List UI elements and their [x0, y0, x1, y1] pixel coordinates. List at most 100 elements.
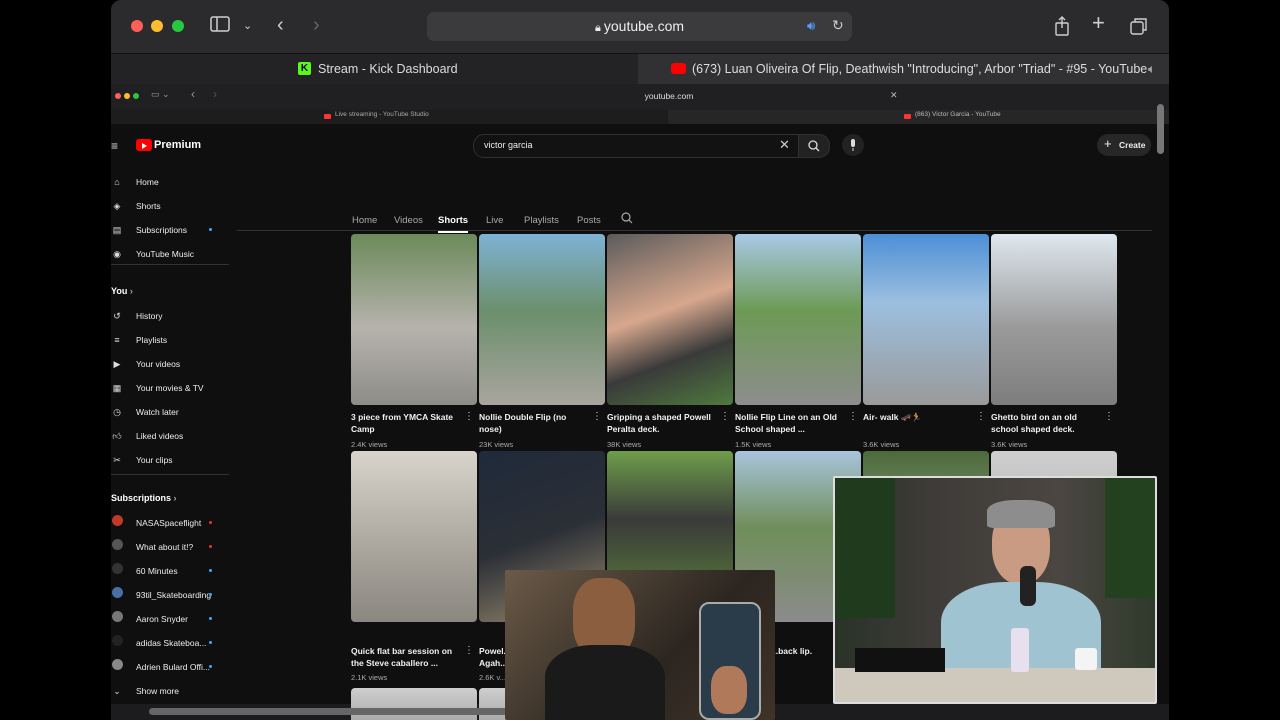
clear-search-icon[interactable]: ✕: [779, 137, 790, 153]
voice-search-button[interactable]: [842, 134, 864, 156]
nav-item-history[interactable]: ↺ History: [111, 306, 236, 326]
nav-item-youtube-music[interactable]: ◉ YouTube Music: [111, 244, 236, 264]
tab-live[interactable]: Live: [486, 215, 503, 226]
nav-item-nasaspaceflight[interactable]: NASASpaceflight: [111, 513, 236, 533]
more-options-icon[interactable]: ⋮: [720, 411, 730, 422]
liked-icon: 👍︎: [112, 431, 122, 441]
share-icon[interactable]: [1054, 16, 1070, 42]
home-icon: ⌂: [114, 177, 120, 187]
short-title[interactable]: Nollie Flip Line on an Old School shaped…: [735, 411, 845, 435]
short-thumbnail[interactable]: [479, 234, 605, 405]
minimize-window-button[interactable]: [151, 20, 163, 32]
channel-avatar-icon: [111, 585, 123, 605]
close-window-button[interactable]: [131, 20, 143, 32]
tab-overview-icon[interactable]: [1130, 17, 1148, 41]
speaker-icon[interactable]: 🔊︎: [807, 18, 815, 34]
reload-icon[interactable]: ↻: [832, 17, 844, 34]
nav-item-watch-later[interactable]: ◷ Watch later: [111, 402, 236, 422]
create-button[interactable]: + Create: [1097, 134, 1151, 156]
channel-search-icon[interactable]: [621, 211, 633, 229]
zoom-window-button[interactable]: [172, 20, 184, 32]
you-heading[interactable]: You ›: [111, 286, 133, 296]
streamer-shirt: [545, 645, 665, 720]
nav-item-93til-skateboarding[interactable]: 93til_Skateboarding: [111, 585, 236, 605]
nav-item-playlists[interactable]: ≡ Playlists: [111, 330, 236, 350]
nav-item-60-minutes[interactable]: 60 Minutes: [111, 561, 236, 581]
short-thumbnail[interactable]: [351, 688, 477, 720]
tab-youtube-luan[interactable]: (673) Luan Oliveira Of Flip, Deathwish "…: [638, 54, 1169, 84]
nav-item-shorts[interactable]: ◈ Shorts: [111, 196, 236, 216]
short-thumbnail[interactable]: [735, 234, 861, 405]
search-button[interactable]: [798, 134, 830, 158]
subscriptions-heading[interactable]: Subscriptions ›: [111, 493, 177, 503]
plant-right: [1105, 478, 1155, 598]
forward-icon[interactable]: ›: [313, 15, 320, 35]
short-title[interactable]: Air- walk 🛹🏃: [863, 411, 973, 423]
inner-stop-icon[interactable]: ✕: [890, 90, 898, 101]
short-thumbnail[interactable]: [863, 234, 989, 405]
nav-item-home[interactable]: ⌂ Home: [111, 172, 236, 192]
more-options-icon[interactable]: ⋮: [592, 411, 602, 422]
search-input[interactable]: victor garcia ✕: [473, 134, 799, 158]
short-title[interactable]: Quick flat bar session on the Steve caba…: [351, 645, 461, 669]
speaker-icon[interactable]: 🔈︎: [1148, 54, 1156, 84]
tab-shorts[interactable]: Shorts: [438, 215, 469, 233]
nav-item-your-movies-tv[interactable]: ▦ Your movies & TV: [111, 378, 236, 398]
sidebar-icon[interactable]: [210, 16, 230, 38]
channel-avatar-icon: [111, 609, 123, 629]
short-thumbnail[interactable]: [351, 451, 477, 622]
premium-logo[interactable]: Premium: [154, 139, 201, 151]
inner-minimize-button[interactable]: [124, 93, 130, 99]
inner-sidebar-icon[interactable]: ▭ ⌄: [151, 89, 170, 100]
short-title[interactable]: Ghetto bird on an old school shaped deck…: [991, 411, 1101, 435]
short-title[interactable]: Nollie Double Flip (no nose): [479, 411, 589, 435]
chevron-down-icon[interactable]: ⌄: [243, 16, 252, 36]
address-text: 🔒︎ youtube.com: [594, 18, 685, 34]
tab-videos[interactable]: Videos: [394, 215, 423, 226]
show-more-button[interactable]: ⌄ Show more: [111, 681, 236, 701]
inner-back-icon[interactable]: ‹: [191, 87, 195, 101]
chevron-right-icon: ›: [173, 493, 177, 503]
tab-home[interactable]: Home: [352, 215, 377, 226]
short-title[interactable]: 3 piece from YMCA Skate Camp: [351, 411, 461, 435]
inner-tab-studio[interactable]: Live streaming - YouTube Studio: [111, 110, 667, 124]
more-options-icon[interactable]: ⋮: [464, 645, 474, 656]
new-tab-icon[interactable]: +: [1092, 12, 1105, 34]
youtube-logo-icon[interactable]: [136, 139, 152, 151]
nav-item-your-clips[interactable]: ✂ Your clips: [111, 450, 236, 470]
more-options-icon[interactable]: ⋮: [848, 411, 858, 422]
vertical-scrollbar[interactable]: [1157, 104, 1164, 154]
back-icon[interactable]: ‹: [277, 15, 284, 35]
short-thumbnail[interactable]: [351, 234, 477, 405]
more-options-icon[interactable]: ⋮: [976, 411, 986, 422]
short-title[interactable]: Powel... Agah...: [479, 645, 505, 669]
short-title[interactable]: Gripping a shaped Powell Peralta deck.: [607, 411, 717, 435]
youtube-favicon-icon: [671, 63, 686, 74]
nav-item-subscriptions[interactable]: ▤ Subscriptions: [111, 220, 236, 240]
inner-tab-victor[interactable]: (863) Victor Garcia - YouTube: [668, 110, 1169, 124]
tab-kick-dashboard[interactable]: K Stream - Kick Dashboard: [111, 54, 637, 84]
inner-address-bar[interactable]: youtube.com: [438, 88, 900, 104]
inner-tab-bar: Live streaming - YouTube Studio (863) Vi…: [111, 110, 1169, 124]
address-bar[interactable]: 🔒︎ youtube.com 🔊︎ ↻: [427, 12, 852, 41]
horizontal-scrollbar[interactable]: [149, 708, 509, 715]
nav-item-your-videos[interactable]: ▶ Your videos: [111, 354, 236, 374]
inner-toolbar: ▭ ⌄ ‹ › youtube.com ✕: [111, 84, 1169, 110]
nav-item-liked-videos[interactable]: 👍︎ Liked videos: [111, 426, 236, 446]
nav-item-what-about-it[interactable]: What about it!?: [111, 537, 236, 557]
short-views: 23K views: [479, 440, 514, 449]
menu-icon[interactable]: ≡: [111, 139, 118, 153]
short-thumbnail[interactable]: [607, 234, 733, 405]
more-options-icon[interactable]: ⋮: [1104, 411, 1114, 422]
nav-item-adidas-skateboa[interactable]: adidas Skateboa...: [111, 633, 236, 653]
tab-posts[interactable]: Posts: [577, 215, 601, 226]
short-thumbnail[interactable]: [991, 234, 1117, 405]
nav-item-aaron-snyder[interactable]: Aaron Snyder: [111, 609, 236, 629]
tab-playlists[interactable]: Playlists: [524, 215, 559, 226]
inner-forward-icon[interactable]: ›: [213, 87, 217, 101]
nav-item-adrien-bulard-offi[interactable]: Adrien Bulard Offi...: [111, 657, 236, 677]
more-options-icon[interactable]: ⋮: [464, 411, 474, 422]
inner-close-button[interactable]: [115, 93, 121, 99]
inner-zoom-button[interactable]: [133, 93, 139, 99]
new-content-dot: [209, 617, 212, 620]
